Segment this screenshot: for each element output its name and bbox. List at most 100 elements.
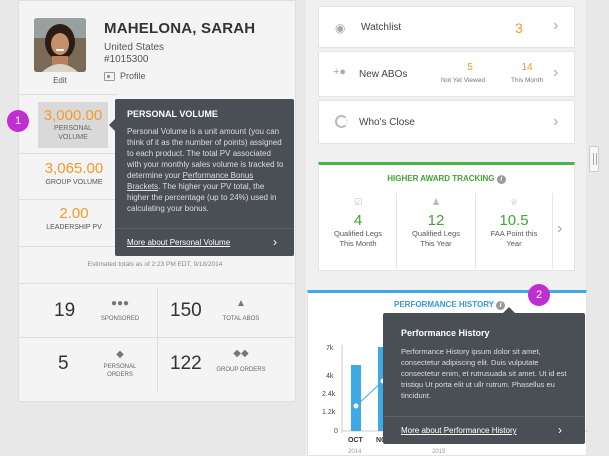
personal-volume-label-line1: PERSONAL <box>53 125 93 132</box>
hat-label-line1: Qualified Legs <box>334 229 382 238</box>
hat-label-line1: FAA Point this <box>490 229 538 238</box>
trend-point[interactable] <box>352 402 360 410</box>
profile-link[interactable]: Profile <box>104 71 146 81</box>
info-icon[interactable]: i <box>496 175 506 184</box>
add-person-icon: +● <box>333 66 347 78</box>
checkbox-icon: ☑ <box>353 197 363 207</box>
year-label: 2014 <box>348 449 362 455</box>
people-icon: ●●● <box>110 298 130 309</box>
resize-handle[interactable] <box>589 146 599 172</box>
this-month-label: This Month <box>510 77 544 84</box>
leadership-pv-value: 2.00 <box>59 205 89 222</box>
step-badge-2: 2 <box>528 284 550 306</box>
higher-award-title-text: HIGHER AWARD TRACKING <box>387 174 495 183</box>
stat-total-abos-value: 150 <box>170 300 202 321</box>
stat-sponsored-caption: ●●● SPONSORED <box>96 299 144 323</box>
personal-volume-label-line2: VOLUME <box>58 134 88 141</box>
higher-award-tracking-card: HIGHER AWARD TRACKING i ☑ 4 Qualified Le… <box>318 162 575 271</box>
divider-vertical <box>396 193 397 269</box>
hat-qualified-legs-year[interactable]: ♟ 12 Qualified Legs This Year <box>399 197 473 249</box>
chevron-right-icon: › <box>553 64 559 81</box>
stat-personal-orders-value: 5 <box>58 353 69 374</box>
stat-sponsored[interactable]: 19 <box>54 300 75 322</box>
new-abos-row[interactable]: +● New ABOs 5 Not Yet Viewed 14 This Mon… <box>318 51 575 97</box>
hat-label-line2: Year <box>506 239 522 248</box>
stat-personal-orders-label-line1: PERSONAL <box>103 364 137 370</box>
y-tick: 1.2k <box>322 409 336 416</box>
this-month-value: 14 <box>521 62 533 73</box>
bar[interactable] <box>351 365 361 431</box>
person-icon: ♟ <box>431 197 441 207</box>
chevron-right-icon: › <box>558 423 562 437</box>
tooltip-footer[interactable]: More about Performance History › <box>383 416 585 444</box>
hat-faa-points[interactable]: ♕ 10.5 FAA Point this Year <box>477 197 551 249</box>
tooltip-body: Performance History ipsum dolor sit amet… <box>401 347 567 400</box>
year-label: 2015 <box>432 449 446 455</box>
whos-close-row[interactable]: Who's Close › <box>318 100 575 144</box>
chevron-right-icon[interactable]: › <box>557 220 562 238</box>
profile-country: United States <box>104 42 165 53</box>
edit-photo-link[interactable]: Edit <box>34 76 86 85</box>
stat-total-abos-label: TOTAL ABOS <box>222 316 260 322</box>
profile-name: MAHELONA, SARAH <box>104 20 256 37</box>
divider-vertical <box>157 288 158 393</box>
stat-total-abos[interactable]: 150 <box>170 300 202 322</box>
chevron-right-icon: › <box>553 17 559 34</box>
stat-group-orders-caption: ◆◆ GROUP ORDERS <box>214 349 268 374</box>
tag-icon: ◆ <box>116 349 124 360</box>
more-about-performance-history-link[interactable]: More about Performance History <box>401 426 517 435</box>
stat-total-abos-caption: ▲ TOTAL ABOS <box>218 299 264 323</box>
y-tick: 4k <box>326 373 334 380</box>
chevron-right-icon: › <box>273 235 277 249</box>
hat-qualified-legs-month[interactable]: ☑ 4 Qualified Legs This Month <box>321 197 395 249</box>
hat-label-line2: This Month <box>339 239 377 248</box>
tooltip-footer[interactable]: More about Personal Volume › <box>115 228 294 256</box>
group-volume-label: GROUP VOLUME <box>45 179 103 186</box>
profile-id: #1015300 <box>104 54 149 65</box>
x-label: OCT <box>348 437 364 444</box>
watchlist-label: Watchlist <box>361 22 402 33</box>
performance-history-tooltip: Performance History Performance History … <box>383 307 585 444</box>
y-tick: 7k <box>326 345 334 352</box>
stat-personal-orders-label: PERSONAL ORDERS <box>96 363 144 379</box>
watchlist-count: 3 <box>515 20 523 36</box>
chevron-right-icon: › <box>553 113 559 130</box>
hat-value: 4 <box>353 212 363 229</box>
whos-close-label: Who's Close <box>359 117 415 128</box>
not-viewed-value: 5 <box>467 62 473 73</box>
stat-personal-orders-label-line2: ORDERS <box>107 372 133 378</box>
divider <box>19 153 117 154</box>
divider-vertical <box>475 193 476 269</box>
tags-icon: ◆◆ <box>233 348 249 359</box>
y-tick: 0 <box>334 428 338 435</box>
divider <box>19 283 296 284</box>
stat-personal-orders[interactable]: 5 <box>58 353 69 375</box>
tooltip-body: Personal Volume is a unit amount (you ca… <box>127 126 287 214</box>
avatar[interactable] <box>34 18 86 72</box>
stat-group-orders-label: GROUP ORDERS <box>216 367 266 373</box>
watchlist-row[interactable]: ◉ Watchlist 3 › <box>318 6 575 48</box>
personal-volume-label: PERSONAL VOLUME <box>38 124 108 142</box>
tooltip-title: Performance History <box>401 328 490 338</box>
not-viewed-label: Not Yet Viewed <box>441 77 485 84</box>
divider <box>19 199 117 200</box>
personal-volume-value: 3,000.00 <box>43 107 103 124</box>
divider <box>19 94 117 95</box>
leadership-pv-label: LEADERSHIP PV <box>46 224 102 231</box>
group-volume-value: 3,065.00 <box>44 160 104 177</box>
profile-link-label: Profile <box>120 71 146 81</box>
personal-volume-box[interactable]: 3,000.00 PERSONAL VOLUME <box>38 102 108 148</box>
network-icon: ▲ <box>236 298 246 309</box>
progress-ring-icon <box>335 115 348 128</box>
step-badge-1: 1 <box>7 110 29 132</box>
stat-group-orders[interactable]: 122 <box>170 353 202 375</box>
more-about-personal-volume-link[interactable]: More about Personal Volume <box>127 238 230 247</box>
stat-personal-orders-caption: ◆ PERSONAL ORDERS <box>96 350 144 379</box>
y-tick: 2.4k <box>322 391 336 398</box>
crown-icon: ♕ <box>509 197 519 207</box>
leadership-pv-box[interactable]: 2.00 LEADERSHIP PV <box>34 205 114 231</box>
group-volume-box[interactable]: 3,065.00 GROUP VOLUME <box>34 160 114 186</box>
stat-group-orders-value: 122 <box>170 353 202 374</box>
hat-label-line1: Qualified Legs <box>412 229 460 238</box>
divider-vertical <box>552 193 553 269</box>
